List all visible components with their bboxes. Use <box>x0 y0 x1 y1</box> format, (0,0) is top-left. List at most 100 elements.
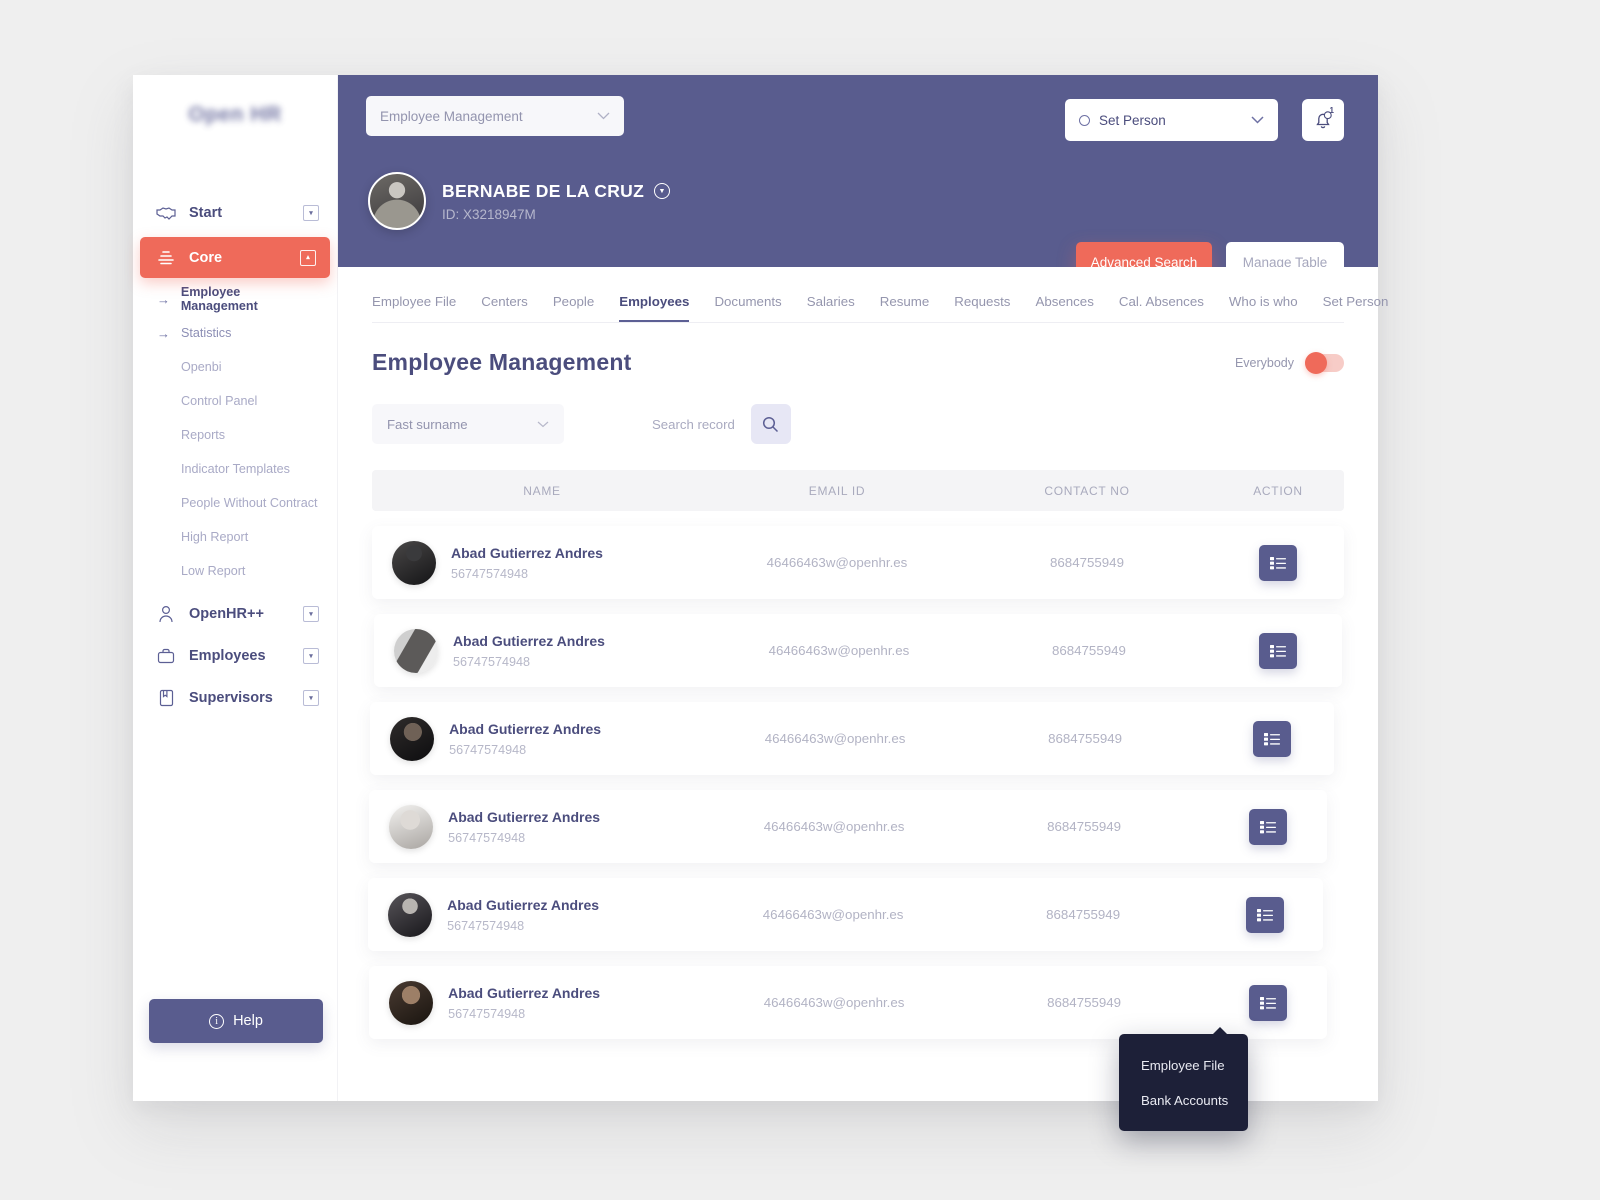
column-header-action: ACTION <box>1253 483 1303 498</box>
row-actions-button[interactable] <box>1246 896 1285 933</box>
table-body: Abad Gutierrez Andres 56747574948 464664… <box>368 526 1344 1039</box>
tab-requests[interactable]: Requests <box>954 294 1010 322</box>
table-row[interactable]: Abad Gutierrez Andres 56747574948 464664… <box>373 614 1343 687</box>
filter-row: Fast surname Search record <box>372 404 1344 444</box>
tab-absences[interactable]: Absences <box>1035 294 1093 322</box>
sidebar-item-high-report[interactable]: High Report <box>133 520 337 554</box>
sidebar-item-indicator-templates[interactable]: Indicator Templates <box>133 452 337 486</box>
search-button[interactable] <box>750 404 791 444</box>
app-logo: Open HR <box>188 103 282 126</box>
table-row[interactable]: Abad Gutierrez Andres 56747574948 464664… <box>369 790 1328 863</box>
tab-cal-absences[interactable]: Cal. Absences <box>1119 294 1204 322</box>
tab-resume[interactable]: Resume <box>880 294 930 322</box>
cell-contact: 8684755949 <box>1050 555 1124 570</box>
row-actions-button[interactable] <box>1253 720 1292 757</box>
search-icon <box>763 416 779 432</box>
tab-employee-file[interactable]: Employee File <box>372 294 456 322</box>
main-area: Employee Management Set Person 1 BERNABE… <box>338 75 1388 1132</box>
tab-salaries[interactable]: Salaries <box>807 294 855 322</box>
sidebar-subitem-label: Statistics <box>181 326 232 340</box>
content: Employee File Centers People Employees D… <box>338 267 1388 1132</box>
row-actions-button-active[interactable] <box>1249 808 1288 845</box>
sidebar-item-supervisors[interactable]: Supervisors ▾ <box>133 678 337 718</box>
table-header-row: NAME EMAIL ID CONTACT NO ACTION <box>372 470 1344 511</box>
module-select[interactable]: Employee Management <box>366 96 624 136</box>
list-icon <box>1264 732 1281 745</box>
avatar <box>389 980 434 1025</box>
sidebar-item-openhrpp[interactable]: OpenHR++ ▾ <box>133 594 337 634</box>
sidebar-nav: Start ▾ Core ▴ → Employee Management → S… <box>133 193 337 718</box>
sidebar-item-core[interactable]: Core ▴ <box>140 237 330 278</box>
tab-employees[interactable]: Employees <box>619 294 690 322</box>
everybody-toggle-group: Everybody <box>1235 351 1344 374</box>
user-icon <box>155 604 177 624</box>
chevron-down-icon[interactable]: ▾ <box>303 648 319 664</box>
set-person-value: Set Person <box>1099 112 1166 128</box>
chevron-down-icon[interactable]: ▼ <box>654 183 671 199</box>
row-actions-button[interactable] <box>1258 632 1297 669</box>
row-actions-button[interactable] <box>1259 544 1297 581</box>
search-record-label: Search record <box>652 416 735 432</box>
cell-action <box>1210 720 1334 757</box>
topbar: Employee Management Set Person 1 BERNABE… <box>338 75 1378 282</box>
table-row[interactable]: Abad Gutierrez Andres 56747574948 464664… <box>369 966 1328 1039</box>
tab-people[interactable]: People <box>553 294 594 322</box>
cell-name: Abad Gutierrez Andres 56747574948 <box>372 540 712 585</box>
sidebar-item-statistics[interactable]: → Statistics <box>133 316 337 350</box>
sidebar-subitem-label: Reports <box>181 428 226 442</box>
table-row[interactable]: Abad Gutierrez Andres 56747574948 464664… <box>368 878 1323 951</box>
context-menu-item-employee-file[interactable]: Employee File <box>1119 1048 1248 1083</box>
chevron-down-icon[interactable]: ▾ <box>303 205 319 221</box>
sidebar-subitem-label: Low Report <box>181 564 246 578</box>
everybody-toggle[interactable] <box>1305 351 1344 374</box>
cell-contact: 8684755949 <box>1048 731 1123 746</box>
page-title: Employee Management <box>372 349 632 375</box>
sidebar-subitem-label: Control Panel <box>181 394 258 408</box>
chevron-down-icon[interactable]: ▾ <box>303 606 319 622</box>
row-actions-button[interactable] <box>1249 984 1288 1021</box>
sidebar-item-control-panel[interactable]: Control Panel <box>133 384 337 418</box>
layers-icon <box>155 248 177 268</box>
cell-email: 46466463w@openhr.es <box>763 995 905 1010</box>
help-button[interactable]: i Help <box>149 999 323 1043</box>
sidebar-item-low-report[interactable]: Low Report <box>133 554 337 588</box>
tab-who-is-who[interactable]: Who is who <box>1229 294 1298 322</box>
handshake-icon <box>155 203 177 223</box>
sidebar-item-openhrpp-label: OpenHR++ <box>189 606 264 622</box>
context-menu-item-bank-accounts[interactable]: Bank Accounts <box>1119 1083 1248 1118</box>
sidebar-subitem-label: Openbi <box>181 360 222 374</box>
sidebar-item-openbi[interactable]: Openbi <box>133 350 337 384</box>
chevron-down-icon <box>1251 116 1264 124</box>
sidebar-item-employees[interactable]: Employees ▾ <box>133 636 337 676</box>
tab-bar: Employee File Centers People Employees D… <box>372 267 1388 323</box>
employee-name: Abad Gutierrez Andres <box>448 808 601 825</box>
tab-set-person[interactable]: Set Person <box>1323 294 1389 322</box>
table-row[interactable]: Abad Gutierrez Andres 56747574948 464664… <box>372 526 1344 599</box>
cell-action <box>1212 544 1344 581</box>
tab-documents[interactable]: Documents <box>714 294 781 322</box>
fast-surname-select[interactable]: Fast surname <box>372 404 564 444</box>
sidebar-subitems: → Employee Management → Statistics Openb… <box>133 282 337 588</box>
chevron-up-icon[interactable]: ▴ <box>300 249 316 266</box>
fast-surname-value: Fast surname <box>387 416 468 432</box>
person-name: BERNABE DE LA CRUZ <box>442 180 645 201</box>
cell-contact: 8684755949 <box>1047 995 1122 1010</box>
chevron-down-icon <box>537 421 549 428</box>
notifications-button[interactable]: 1 <box>1302 99 1344 141</box>
sidebar-subitem-label: People Without Contract <box>181 496 318 510</box>
chevron-down-icon[interactable]: ▾ <box>303 690 319 706</box>
sidebar-item-reports[interactable]: Reports <box>133 418 337 452</box>
column-header-email: EMAIL ID <box>808 483 866 498</box>
id-card-icon <box>155 688 177 708</box>
employee-number: 56747574948 <box>448 1006 526 1021</box>
sidebar-item-start[interactable]: Start ▾ <box>133 193 337 233</box>
table-row[interactable]: Abad Gutierrez Andres 56747574948 464664… <box>370 702 1335 775</box>
tab-centers[interactable]: Centers <box>481 294 528 322</box>
search-group: Search record <box>652 404 791 444</box>
sidebar-item-people-without-contract[interactable]: People Without Contract <box>133 486 337 520</box>
cell-email: 46466463w@openhr.es <box>764 731 906 746</box>
sidebar-item-employee-management[interactable]: → Employee Management <box>133 282 337 316</box>
employee-number: 56747574948 <box>452 654 530 669</box>
arrow-right-icon: → <box>157 291 170 307</box>
set-person-select[interactable]: Set Person <box>1065 99 1278 141</box>
